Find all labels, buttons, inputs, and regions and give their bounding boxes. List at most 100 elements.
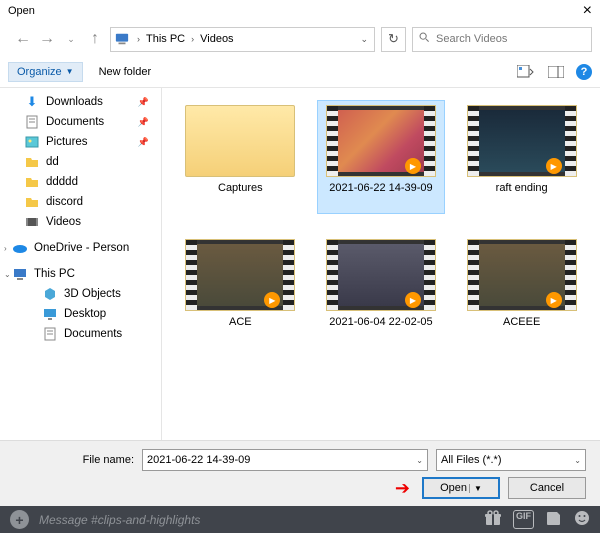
file-label: ACE <box>229 315 252 343</box>
breadcrumb[interactable]: › This PC › Videos ⌄ <box>110 27 375 52</box>
sidebar-item-label: Videos <box>46 216 81 228</box>
sidebar-item-label: Documents <box>46 116 104 128</box>
gif-icon[interactable]: GIF <box>513 510 534 529</box>
video-file-item[interactable]: ▶2021-06-04 22-02-05 <box>317 234 445 348</box>
organize-button[interactable]: Organize ▼ <box>8 62 83 82</box>
sidebar-item-label: discord <box>46 196 83 208</box>
sidebar-item-ddddd[interactable]: ddddd <box>0 172 161 192</box>
videos-icon <box>24 214 40 230</box>
annotation-arrow-icon: ➔ <box>395 478 410 499</box>
file-label: Captures <box>218 181 263 209</box>
chevron-down-icon[interactable]: ▼ <box>469 484 482 493</box>
sidebar-item-label: This PC <box>34 268 75 280</box>
file-label: ACEEE <box>503 315 540 343</box>
bottom-panel: File name: 2021-06-22 14-39-09 ⌄ All Fil… <box>0 440 600 507</box>
sidebar-item-label: Desktop <box>64 308 106 320</box>
sidebar-item-label: Documents <box>64 328 122 340</box>
sidebar-item-label: ddddd <box>46 176 78 188</box>
video-file-item[interactable]: ▶raft ending <box>458 100 586 214</box>
cancel-button[interactable]: Cancel <box>508 477 586 499</box>
help-icon[interactable]: ? <box>576 64 592 80</box>
download-icon: ⬇ <box>24 94 40 110</box>
chevron-down-icon: ▼ <box>66 67 74 76</box>
discord-bar: + Message #clips-and-highlights GIF <box>0 506 600 533</box>
folder-icon <box>24 194 40 210</box>
toolbar: Organize ▼ New folder ? <box>0 56 600 88</box>
play-icon: ▶ <box>546 292 562 308</box>
sidebar-item-label: OneDrive - Person <box>34 242 129 254</box>
sidebar-item-label: Downloads <box>46 96 103 108</box>
chevron-down-icon[interactable]: ⌄ <box>4 270 11 279</box>
play-icon: ▶ <box>405 158 421 174</box>
pin-icon: 📌 <box>138 117 149 128</box>
preview-pane-button[interactable] <box>546 63 566 81</box>
filename-input[interactable]: 2021-06-22 14-39-09 ⌄ <box>142 449 428 471</box>
search-input[interactable]: Search Videos <box>412 27 592 52</box>
chevron-down-icon[interactable]: ⌄ <box>416 456 423 465</box>
recent-icon[interactable]: ⌄ <box>62 30 80 48</box>
video-file-item[interactable]: ▶ 2021-06-22 14-39-09 <box>317 100 445 214</box>
sidebar-item-label: 3D Objects <box>64 288 121 300</box>
pin-icon: 📌 <box>138 137 149 148</box>
sidebar-item-videos[interactable]: Videos <box>0 212 161 232</box>
file-label: 2021-06-22 14-39-09 <box>329 181 432 209</box>
folder-item[interactable]: Captures <box>176 100 304 214</box>
chevron-right-icon: › <box>187 34 198 44</box>
video-file-item[interactable]: ▶ ACEEE <box>458 234 586 348</box>
new-folder-button[interactable]: New folder <box>99 66 152 78</box>
folder-icon <box>185 105 295 177</box>
chevron-down-icon[interactable]: ⌄ <box>574 456 581 465</box>
up-icon[interactable]: ↑ <box>86 30 104 48</box>
filetype-select[interactable]: All Files (*.*) ⌄ <box>436 449 586 471</box>
folder-icon <box>24 174 40 190</box>
sidebar-item-discord[interactable]: discord <box>0 192 161 212</box>
forward-icon: → <box>38 30 56 48</box>
sidebar-item-documents[interactable]: Documents 📌 <box>0 112 161 132</box>
breadcrumb-dropdown-icon[interactable]: ⌄ <box>360 34 368 45</box>
play-icon: ▶ <box>405 292 421 308</box>
sidebar-item-label: Pictures <box>46 136 88 148</box>
pc-icon <box>111 32 133 46</box>
video-file-item[interactable]: ▶ACE <box>176 234 304 348</box>
sidebar-item-label: dd <box>46 156 59 168</box>
sidebar-onedrive[interactable]: › OneDrive - Person <box>0 238 161 258</box>
title-bar: Open × <box>0 0 600 22</box>
file-pane[interactable]: Captures ▶ 2021-06-22 14-39-09 ▶raft ending… <box>162 88 600 440</box>
desktop-icon <box>42 306 58 322</box>
chevron-right-icon[interactable]: › <box>4 244 7 253</box>
open-dialog: Open × ← → ⌄ ↑ › This PC › Videos ⌄ ↻ Se… <box>0 0 600 508</box>
attach-button[interactable]: + <box>10 510 29 529</box>
sidebar-item-documents[interactable]: Documents <box>0 324 161 344</box>
folder-icon <box>24 154 40 170</box>
sidebar-item-downloads[interactable]: ⬇ Downloads 📌 <box>0 92 161 112</box>
message-input[interactable]: Message #clips-and-highlights <box>39 513 475 527</box>
pin-icon: 📌 <box>138 97 149 108</box>
sidebar-this-pc[interactable]: ⌄ This PC <box>0 264 161 284</box>
sidebar-item-dd[interactable]: dd <box>0 152 161 172</box>
emoji-icon[interactable] <box>574 510 590 529</box>
open-button[interactable]: Open ▼ <box>422 477 500 499</box>
play-icon: ▶ <box>546 158 562 174</box>
search-placeholder: Search Videos <box>436 33 507 45</box>
video-thumbnail: ▶ <box>467 105 577 177</box>
back-icon[interactable]: ← <box>14 30 32 48</box>
crumb-root[interactable]: This PC <box>144 33 187 45</box>
crumb-folder[interactable]: Videos <box>198 33 235 45</box>
refresh-button[interactable]: ↻ <box>381 27 406 52</box>
sticker-icon[interactable] <box>546 510 562 529</box>
nav-row: ← → ⌄ ↑ › This PC › Videos ⌄ ↻ Search Vi… <box>0 22 600 56</box>
video-thumbnail: ▶ <box>326 239 436 311</box>
gift-icon[interactable] <box>485 510 501 529</box>
sidebar: ⬇Downloads📌Documents📌Pictures📌ddddddddis… <box>0 88 162 440</box>
pc-icon <box>12 266 28 282</box>
documents-icon <box>24 114 40 130</box>
video-thumbnail: ▶ <box>467 239 577 311</box>
sidebar-item-pictures[interactable]: Pictures 📌 <box>0 132 161 152</box>
video-thumbnail: ▶ <box>326 105 436 177</box>
view-mode-button[interactable] <box>516 63 536 81</box>
sidebar-item-3d-objects[interactable]: 3D Objects <box>0 284 161 304</box>
window-title: Open <box>8 5 583 17</box>
sidebar-item-desktop[interactable]: Desktop <box>0 304 161 324</box>
pictures-icon <box>24 134 40 150</box>
close-icon[interactable]: × <box>583 2 592 20</box>
